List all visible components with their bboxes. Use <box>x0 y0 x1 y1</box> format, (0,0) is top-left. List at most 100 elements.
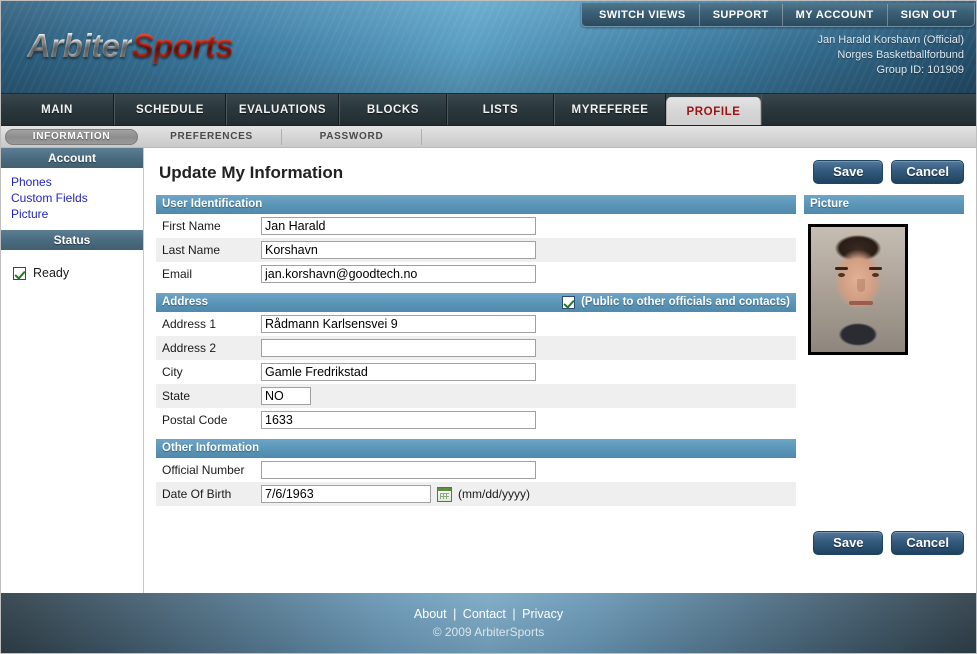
nav-tab-blocks[interactable]: BLOCKS <box>339 94 447 125</box>
utility-nav-support[interactable]: SUPPORT <box>700 3 783 26</box>
input-address-2[interactable] <box>261 339 536 357</box>
status-ready-checkbox[interactable] <box>13 266 26 280</box>
nav-tab-main[interactable]: MAIN <box>1 94 114 125</box>
user-info-block: Jan Harald Korshavn (Official) Norges Ba… <box>817 33 964 78</box>
subnav-tab-preferences[interactable]: PREFERENCES <box>142 128 282 145</box>
picture-detail-brow-left <box>835 267 848 270</box>
label-first-name: First Name <box>162 219 221 233</box>
input-email[interactable] <box>261 265 536 283</box>
footer-separator-1: | <box>453 607 457 621</box>
cancel-button-top[interactable]: Cancel <box>891 160 964 184</box>
sidebar-item-picture[interactable]: Picture <box>11 206 143 222</box>
address-public-label: (Public to other officials and contacts) <box>581 296 790 308</box>
address-public-checkbox[interactable] <box>562 296 576 309</box>
field-row-postal-code: Postal Code <box>156 408 796 432</box>
section-header-user-identification: User Identification <box>156 195 796 214</box>
sidebar-account-links: Phones Custom Fields Picture <box>1 168 143 230</box>
picture-detail-brow-right <box>869 267 882 270</box>
field-row-state: State <box>156 384 796 408</box>
nav-tab-myreferee[interactable]: MYREFEREE <box>554 94 666 125</box>
field-row-city: City <box>156 360 796 384</box>
logo-text-arbiter: Arbiter <box>27 27 132 64</box>
user-name: Jan Harald Korshavn (Official) <box>817 34 964 46</box>
section-title-other-information: Other Information <box>162 442 260 454</box>
calendar-icon[interactable] <box>437 486 452 502</box>
utility-nav-my-account[interactable]: MY ACCOUNT <box>783 3 888 26</box>
save-button-bottom[interactable]: Save <box>813 531 884 555</box>
label-postal-code: Postal Code <box>162 413 228 427</box>
input-date-of-birth[interactable] <box>261 485 431 503</box>
footer-separator-2: | <box>512 607 516 621</box>
label-official-number: Official Number <box>162 463 245 477</box>
nav-filler <box>761 94 976 125</box>
label-email: Email <box>162 267 193 281</box>
section-title-picture: Picture <box>810 198 849 210</box>
nav-tab-profile[interactable]: PROFILE <box>666 97 761 125</box>
section-header-other-information: Other Information <box>156 439 796 458</box>
profile-picture <box>808 224 908 355</box>
input-address-1[interactable] <box>261 315 536 333</box>
field-row-official-number: Official Number <box>156 458 796 482</box>
page-body: Account Phones Custom Fields Picture Sta… <box>1 148 976 603</box>
main-content: Update My Information Save Cancel User I… <box>144 148 976 603</box>
date-format-hint: (mm/dd/yyyy) <box>458 487 530 501</box>
label-address-2: Address 2 <box>162 341 217 355</box>
utility-nav-sign-out[interactable]: SIGN OUT <box>888 4 970 26</box>
picture-detail-eye-right <box>872 273 879 277</box>
form-column: User Identification First Name Last Name… <box>156 195 796 506</box>
label-address-1: Address 1 <box>162 317 217 331</box>
nav-tab-evaluations[interactable]: EVALUATIONS <box>226 94 339 125</box>
nav-tab-lists[interactable]: LISTS <box>447 94 554 125</box>
nav-tab-schedule[interactable]: SCHEDULE <box>114 94 226 125</box>
input-first-name[interactable] <box>261 217 536 235</box>
main-navigation: MAIN SCHEDULE EVALUATIONS BLOCKS LISTS M… <box>1 94 976 126</box>
picture-detail-nose <box>857 279 865 292</box>
arbitersports-logo: ArbiterSports <box>27 27 234 65</box>
bottom-action-buttons: Save Cancel <box>813 531 964 555</box>
input-official-number[interactable] <box>261 461 536 479</box>
sub-navigation: INFORMATION PREFERENCES PASSWORD <box>1 126 976 148</box>
subnav-tab-information[interactable]: INFORMATION <box>5 128 138 145</box>
address-public-toggle: (Public to other officials and contacts) <box>562 293 790 312</box>
field-row-address-1: Address 1 <box>156 312 796 336</box>
user-organization: Norges Basketballforbund <box>837 49 964 61</box>
input-city[interactable] <box>261 363 536 381</box>
footer-link-privacy[interactable]: Privacy <box>522 607 563 621</box>
utility-nav: SWITCH VIEWS SUPPORT MY ACCOUNT SIGN OUT <box>580 3 975 27</box>
sidebar-item-custom-fields[interactable]: Custom Fields <box>11 190 143 206</box>
cancel-button-bottom[interactable]: Cancel <box>891 531 964 555</box>
field-row-last-name: Last Name <box>156 238 796 262</box>
input-postal-code[interactable] <box>261 411 536 429</box>
footer-link-contact[interactable]: Contact <box>463 607 506 621</box>
subnav-tab-password[interactable]: PASSWORD <box>282 128 422 145</box>
utility-nav-switch-views[interactable]: SWITCH VIEWS <box>586 3 700 26</box>
label-last-name: Last Name <box>162 243 221 257</box>
save-button-top[interactable]: Save <box>813 160 884 184</box>
label-state: State <box>162 389 191 403</box>
application-window: ArbiterSports SWITCH VIEWS SUPPORT MY AC… <box>0 0 977 654</box>
field-row-first-name: First Name <box>156 214 796 238</box>
footer-link-about[interactable]: About <box>414 607 447 621</box>
picture-column: Picture <box>804 195 964 355</box>
logo-text-sports: Sports <box>131 27 234 64</box>
sidebar-header-account: Account <box>1 148 143 168</box>
page-footer: About | Contact | Privacy © 2009 Arbiter… <box>1 593 976 653</box>
label-city: City <box>162 365 183 379</box>
section-title-user-identification: User Identification <box>162 198 263 210</box>
picture-detail-eye-left <box>838 273 845 277</box>
sidebar-status-row: Ready <box>1 250 143 280</box>
footer-copyright: © 2009 ArbiterSports <box>432 625 545 639</box>
field-row-date-of-birth: Date Of Birth (mm/dd/yyyy) <box>156 482 796 506</box>
input-state[interactable] <box>261 387 311 405</box>
input-last-name[interactable] <box>261 241 536 259</box>
sidebar-header-status: Status <box>1 230 143 250</box>
status-ready-label: Ready <box>33 266 70 280</box>
label-date-of-birth: Date Of Birth <box>162 487 232 501</box>
section-header-picture: Picture <box>804 195 964 214</box>
section-title-address: Address <box>162 296 209 308</box>
sidebar-item-phones[interactable]: Phones <box>11 174 143 190</box>
field-row-address-2: Address 2 <box>156 336 796 360</box>
sidebar: Account Phones Custom Fields Picture Sta… <box>1 148 144 603</box>
